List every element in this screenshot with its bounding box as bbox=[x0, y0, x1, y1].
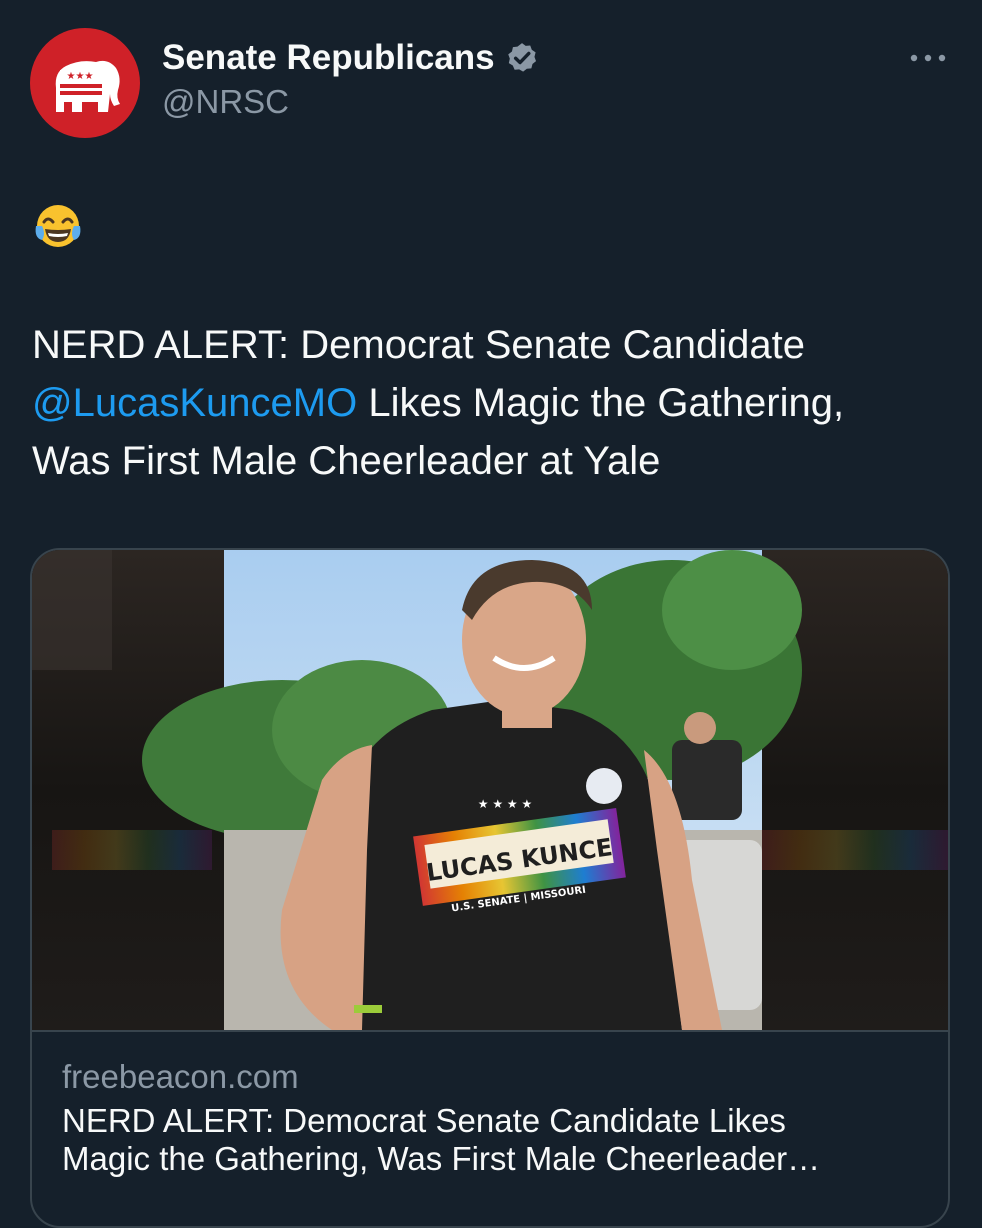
tweet-text-line-2: @LucasKunceMO Likes Magic the Gathering, bbox=[32, 374, 952, 432]
avatar[interactable]: ★★★ bbox=[30, 28, 140, 138]
mention-link[interactable]: @LucasKunceMO bbox=[32, 381, 357, 425]
verified-badge-icon bbox=[507, 43, 536, 72]
link-card-divider bbox=[32, 1030, 948, 1032]
more-options-icon[interactable] bbox=[906, 46, 950, 70]
link-card-title-line-1: NERD ALERT: Democrat Senate Candidate Li… bbox=[62, 1102, 786, 1139]
elephant-logo-icon: ★★★ bbox=[55, 60, 120, 112]
author-handle[interactable]: @NRSC bbox=[162, 83, 289, 121]
tweet-text-line-2-rest: Likes Magic the Gathering, bbox=[357, 381, 845, 425]
svg-text:★★★: ★★★ bbox=[67, 71, 94, 82]
tweet-text: NERD ALERT: Democrat Senate Candidate @L… bbox=[32, 316, 952, 490]
svg-text:★ ★ ★ ★: ★ ★ ★ ★ bbox=[478, 797, 532, 811]
tweet-text-line-1: NERD ALERT: Democrat Senate Candidate bbox=[32, 323, 805, 367]
tweet-text-line-3: Was First Male Cheerleader at Yale bbox=[32, 439, 661, 483]
link-card-title[interactable]: NERD ALERT: Democrat Senate Candidate Li… bbox=[62, 1102, 922, 1178]
link-card-title-line-2: Magic the Gathering, Was First Male Chee… bbox=[62, 1140, 821, 1177]
author-name[interactable]: Senate Republicans bbox=[162, 38, 539, 78]
face-with-tears-of-joy-icon bbox=[35, 205, 81, 247]
link-card-image[interactable]: LUCAS KUNCE ★ ★ ★ ★ U.S. SENATE | MISSOU… bbox=[32, 550, 948, 1030]
link-card-domain[interactable]: freebeacon.com bbox=[62, 1058, 299, 1096]
display-name[interactable]: Senate Republicans bbox=[162, 38, 495, 78]
link-card[interactable]: LUCAS KUNCE ★ ★ ★ ★ U.S. SENATE | MISSOU… bbox=[30, 548, 950, 1228]
